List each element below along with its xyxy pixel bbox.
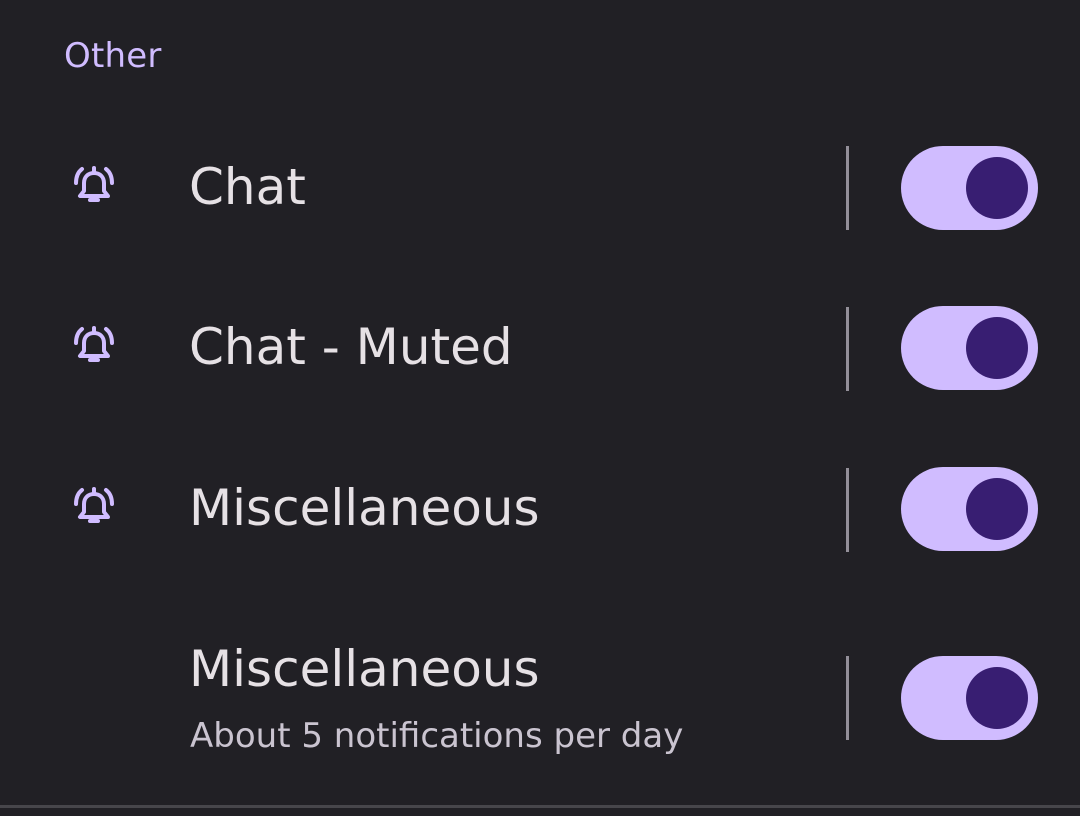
channel-subtitle: About 5 notifications per day bbox=[190, 716, 684, 756]
alarm-bell-icon bbox=[74, 166, 114, 202]
chat-toggle-switch[interactable] bbox=[901, 146, 1038, 230]
switch-thumb bbox=[966, 157, 1028, 219]
channel-row-miscellaneous-2[interactable]: Miscellaneous About 5 notifications per … bbox=[0, 640, 1080, 760]
section-header: Other bbox=[64, 36, 162, 76]
bottom-divider bbox=[0, 805, 1080, 808]
channel-row-chat-muted[interactable]: Chat - Muted bbox=[0, 306, 1080, 391]
divider bbox=[846, 146, 849, 230]
switch-thumb bbox=[966, 478, 1028, 540]
channel-title: Chat bbox=[189, 158, 306, 216]
divider bbox=[846, 656, 849, 740]
channel-title: Miscellaneous bbox=[189, 479, 540, 537]
miscellaneous-toggle-switch[interactable] bbox=[901, 467, 1038, 551]
switch-thumb bbox=[966, 667, 1028, 729]
channel-title: Miscellaneous bbox=[189, 640, 540, 698]
channel-row-miscellaneous[interactable]: Miscellaneous bbox=[0, 467, 1080, 552]
divider bbox=[846, 468, 849, 552]
miscellaneous-2-toggle-switch[interactable] bbox=[901, 656, 1038, 740]
channel-row-chat[interactable]: Chat bbox=[0, 146, 1080, 230]
switch-thumb bbox=[966, 317, 1028, 379]
alarm-bell-icon bbox=[74, 487, 114, 523]
chat-muted-toggle-switch[interactable] bbox=[901, 306, 1038, 390]
alarm-bell-icon bbox=[74, 326, 114, 362]
divider bbox=[846, 307, 849, 391]
channel-title: Chat - Muted bbox=[189, 318, 513, 376]
